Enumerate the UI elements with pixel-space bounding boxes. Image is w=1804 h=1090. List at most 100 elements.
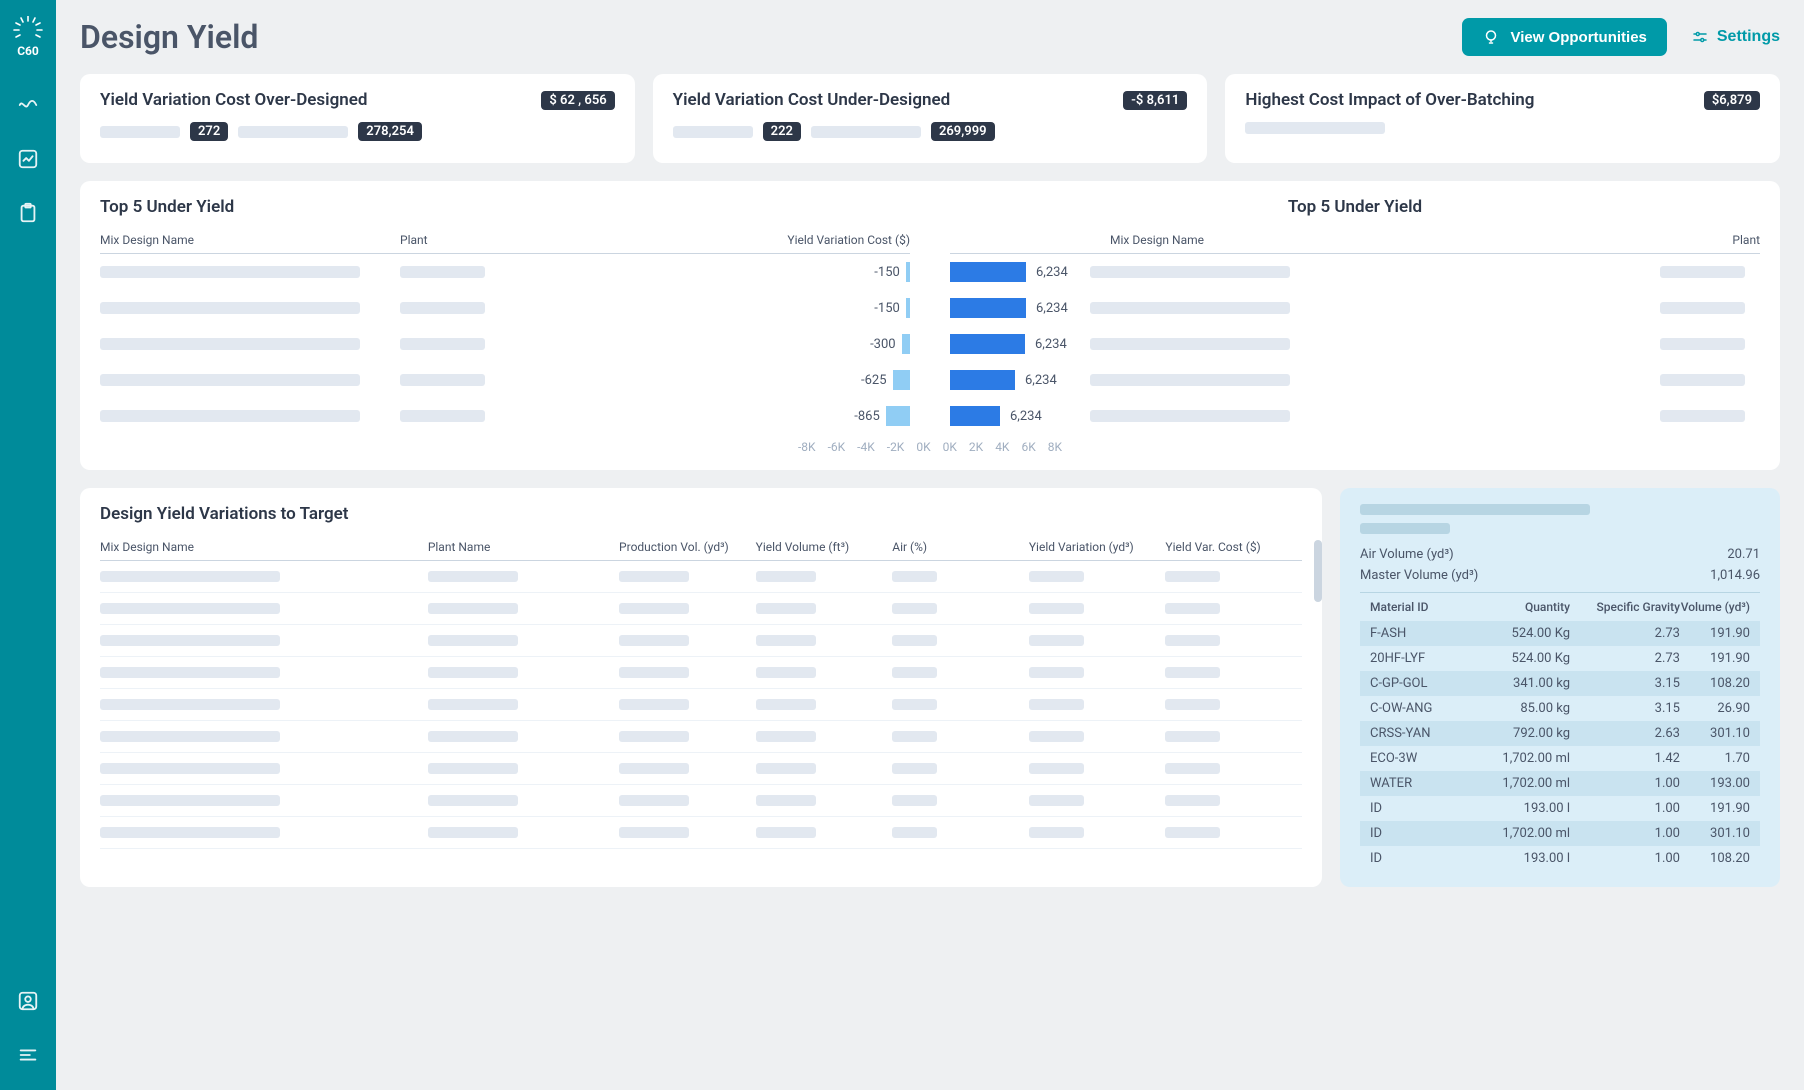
col-header: Production Vol. (yd³) xyxy=(619,540,756,554)
card-badge: $ 62 , 656 xyxy=(541,91,614,110)
profile-icon[interactable] xyxy=(17,990,39,1012)
skeleton xyxy=(756,571,816,582)
mat-id: C-OW-ANG xyxy=(1370,701,1470,716)
mat-vol: 108.20 xyxy=(1680,676,1750,691)
card-under-designed: Yield Variation Cost Under-Designed -$ 8… xyxy=(653,74,1208,163)
table-row[interactable] xyxy=(100,785,1302,817)
skeleton xyxy=(756,731,816,742)
brand-logo: C60 xyxy=(13,16,43,58)
skeleton xyxy=(1165,667,1220,678)
card-over-designed: Yield Variation Cost Over-Designed $ 62 … xyxy=(80,74,635,163)
chart-icon[interactable] xyxy=(17,148,39,170)
bar-value: -625 xyxy=(843,373,887,388)
menu-collapse-icon[interactable] xyxy=(17,1044,39,1066)
chart-row: 6,234 xyxy=(950,326,1760,362)
col-header: Material ID xyxy=(1370,600,1470,614)
chart-row: -150 xyxy=(100,290,910,326)
skeleton xyxy=(1029,699,1084,710)
chart-row: -300 xyxy=(100,326,910,362)
col-header: Yield Var. Cost ($) xyxy=(1165,540,1302,554)
skeleton xyxy=(100,635,280,646)
table-row[interactable] xyxy=(100,561,1302,593)
page-title: Design Yield xyxy=(80,18,258,56)
chart-axis: -8K-6K-4K-2K0K0K2K4K6K8K xyxy=(100,440,1760,454)
material-row[interactable]: CRSS-YAN 792.00 kg 2.63 301.10 xyxy=(1360,721,1760,746)
skeleton xyxy=(1029,827,1084,838)
mat-vol: 191.90 xyxy=(1680,651,1750,666)
skeleton xyxy=(238,126,348,138)
skeleton xyxy=(1090,302,1290,314)
skeleton xyxy=(100,571,280,582)
table-row[interactable] xyxy=(100,593,1302,625)
card-highest-cost: Highest Cost Impact of Over-Batching $6,… xyxy=(1225,74,1780,163)
material-row[interactable]: F-ASH 524.00 Kg 2.73 191.90 xyxy=(1360,621,1760,646)
mat-id: ECO-3W xyxy=(1370,751,1470,766)
table-row[interactable] xyxy=(100,657,1302,689)
material-row[interactable]: ECO-3W 1,702.00 ml 1.42 1.70 xyxy=(1360,746,1760,771)
skeleton xyxy=(619,763,689,774)
mat-qty: 341.00 kg xyxy=(1470,676,1570,691)
view-opportunities-button[interactable]: View Opportunities xyxy=(1462,18,1666,56)
material-row[interactable]: WATER 1,702.00 ml 1.00 193.00 xyxy=(1360,771,1760,796)
material-row[interactable]: ID 193.00 l 1.00 108.20 xyxy=(1360,846,1760,871)
skeleton xyxy=(1165,571,1220,582)
material-row[interactable]: ID 193.00 l 1.00 191.90 xyxy=(1360,796,1760,821)
mat-sg: 1.00 xyxy=(1570,776,1680,791)
mat-id: WATER xyxy=(1370,776,1470,791)
bar xyxy=(886,406,910,426)
clipboard-icon[interactable] xyxy=(17,202,39,224)
col-header: Volume (yd³) xyxy=(1680,600,1750,614)
detail-value: 1,014.96 xyxy=(1710,568,1760,583)
mat-id: C-GP-GOL xyxy=(1370,676,1470,691)
table-row[interactable] xyxy=(100,721,1302,753)
material-row[interactable]: ID 1,702.00 ml 1.00 301.10 xyxy=(1360,821,1760,846)
col-header: Air (%) xyxy=(892,540,1029,554)
mat-qty: 524.00 Kg xyxy=(1470,626,1570,641)
skeleton xyxy=(100,763,280,774)
bar-value: 6,234 xyxy=(1036,301,1080,316)
skeleton xyxy=(756,827,816,838)
mat-sg: 2.73 xyxy=(1570,626,1680,641)
skeleton xyxy=(619,795,689,806)
stat-badge: 272 xyxy=(190,122,228,141)
settings-button[interactable]: Settings xyxy=(1691,28,1780,46)
col-header: Yield Variation (yd³) xyxy=(1029,540,1166,554)
scrollbar[interactable] xyxy=(1314,540,1322,887)
skeleton xyxy=(428,731,518,742)
material-row[interactable]: C-GP-GOL 341.00 kg 3.15 108.20 xyxy=(1360,671,1760,696)
axis-tick: 0K xyxy=(943,440,957,454)
skeleton xyxy=(100,699,280,710)
skeleton xyxy=(619,635,689,646)
analytics-icon[interactable] xyxy=(17,94,39,116)
skeleton xyxy=(100,266,360,278)
mat-qty: 524.00 Kg xyxy=(1470,651,1570,666)
col-header: Plant xyxy=(400,233,560,247)
table-row[interactable] xyxy=(100,625,1302,657)
chart-title: Top 5 Under Yield xyxy=(950,197,1760,217)
skeleton xyxy=(756,635,816,646)
material-row[interactable]: C-OW-ANG 85.00 kg 3.15 26.90 xyxy=(1360,696,1760,721)
col-header: Mix Design Name xyxy=(100,233,400,247)
skeleton xyxy=(619,603,689,614)
skeleton xyxy=(428,603,518,614)
table-row[interactable] xyxy=(100,689,1302,721)
card-title: Yield Variation Cost Over-Designed xyxy=(100,90,367,110)
skeleton xyxy=(673,126,753,138)
col-header: Yield Variation Cost ($) xyxy=(560,233,910,247)
skeleton xyxy=(1029,731,1084,742)
skeleton xyxy=(1360,523,1450,534)
mat-vol: 301.10 xyxy=(1680,726,1750,741)
col-header: Mix Design Name xyxy=(1110,233,1680,247)
skeleton xyxy=(892,667,937,678)
material-row[interactable]: 20HF-LYF 524.00 Kg 2.73 191.90 xyxy=(1360,646,1760,671)
skeleton xyxy=(1165,763,1220,774)
table-row[interactable] xyxy=(100,753,1302,785)
skeleton xyxy=(1090,374,1290,386)
skeleton xyxy=(100,731,280,742)
table-row[interactable] xyxy=(100,817,1302,849)
skeleton xyxy=(1660,410,1745,422)
col-header: Specific Gravity xyxy=(1570,600,1680,614)
skeleton xyxy=(100,374,360,386)
main-content: Design Yield View Opportunities Settings… xyxy=(56,0,1804,1090)
axis-tick: -2K xyxy=(887,440,905,454)
